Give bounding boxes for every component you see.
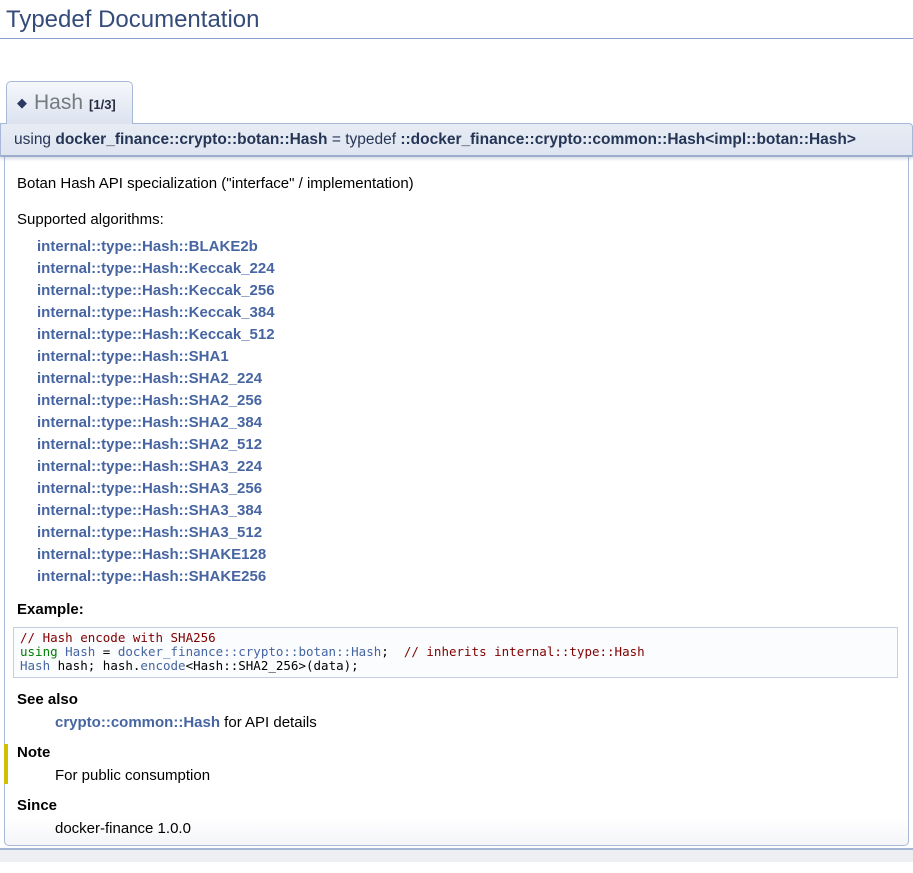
proto-target-type: ::docker_finance::crypto::common::Hash<i… [400, 131, 856, 148]
algorithm-link-sha1[interactable]: internal::type::Hash::SHA1 [37, 348, 229, 365]
code-line: Hash hash; hash.encode<Hash::SHA2_256>(d… [20, 659, 891, 673]
page-title: Typedef Documentation [0, 0, 913, 39]
list-item: internal::type::Hash::SHAKE128 [37, 544, 898, 566]
note-section: Note For public consumption [4, 744, 898, 784]
list-item: internal::type::Hash::SHAKE256 [37, 566, 898, 588]
list-item: internal::type::Hash::SHA2_512 [37, 434, 898, 456]
algorithm-link-sha2-224[interactable]: internal::type::Hash::SHA2_224 [37, 370, 262, 387]
code-keyword-using: using [20, 644, 65, 659]
page-bottom-divider [0, 848, 913, 862]
proto-typedef-name: docker_finance::crypto::botan::Hash [55, 131, 327, 148]
brief-description: Botan Hash API specialization ("interfac… [17, 175, 898, 192]
since-label: Since [17, 797, 898, 814]
algorithm-link-sha3-256[interactable]: internal::type::Hash::SHA3_256 [37, 480, 262, 497]
algorithm-link-keccak-512[interactable]: internal::type::Hash::Keccak_512 [37, 326, 275, 343]
code-link-botan-hash[interactable]: docker_finance::crypto::botan::Hash [118, 644, 381, 659]
list-item: internal::type::Hash::SHA2_224 [37, 368, 898, 390]
list-item: internal::type::Hash::Keccak_384 [37, 302, 898, 324]
list-item: internal::type::Hash::SHA2_384 [37, 412, 898, 434]
code-text: = [95, 644, 118, 659]
algorithm-link-sha2-384[interactable]: internal::type::Hash::SHA2_384 [37, 414, 262, 431]
since-text: docker-finance 1.0.0 [55, 820, 898, 837]
code-line: // Hash encode with SHA256 [20, 631, 891, 645]
list-item: internal::type::Hash::BLAKE2b [37, 236, 898, 258]
list-item: internal::type::Hash::Keccak_512 [37, 324, 898, 346]
note-text: For public consumption [55, 767, 898, 784]
list-item: internal::type::Hash::SHA3_384 [37, 500, 898, 522]
code-line: using Hash = docker_finance::crypto::bot… [20, 645, 891, 659]
since-section: Since docker-finance 1.0.0 [17, 797, 898, 837]
list-item: internal::type::Hash::Keccak_256 [37, 280, 898, 302]
supported-algorithms-label: Supported algorithms: [17, 211, 898, 228]
member-doc: Botan Hash API specialization ("interfac… [4, 157, 909, 846]
list-item: internal::type::Hash::SHA1 [37, 346, 898, 368]
code-link-encode[interactable]: encode [140, 658, 185, 673]
note-label: Note [17, 744, 898, 761]
code-block: // Hash encode with SHA256using Hash = d… [13, 627, 898, 678]
list-item: internal::type::Hash::SHA3_512 [37, 522, 898, 544]
code-comment: // inherits internal::type::Hash [404, 644, 645, 659]
algorithm-link-sha3-384[interactable]: internal::type::Hash::SHA3_384 [37, 502, 262, 519]
algorithm-link-blake2b[interactable]: internal::type::Hash::BLAKE2b [37, 238, 258, 255]
member-hash: ◆Hash[1/3] using docker_finance::crypto:… [0, 81, 913, 846]
see-also-text: for API details [220, 714, 317, 731]
algorithm-link-shake256[interactable]: internal::type::Hash::SHAKE256 [37, 568, 266, 585]
algorithm-list: internal::type::Hash::BLAKE2b internal::… [37, 236, 898, 588]
example-section: Example: [17, 601, 898, 618]
example-label: Example: [17, 601, 898, 618]
list-item: internal::type::Hash::SHA3_224 [37, 456, 898, 478]
code-comment: // Hash encode with SHA256 [20, 630, 216, 645]
member-count-badge: [1/3] [89, 97, 116, 112]
algorithm-link-sha3-224[interactable]: internal::type::Hash::SHA3_224 [37, 458, 262, 475]
code-link-hash-type[interactable]: Hash [20, 658, 50, 673]
code-link-hash[interactable]: Hash [65, 644, 95, 659]
algorithm-link-sha2-512[interactable]: internal::type::Hash::SHA2_512 [37, 436, 262, 453]
proto-using-keyword: using [14, 131, 55, 148]
algorithm-link-keccak-256[interactable]: internal::type::Hash::Keccak_256 [37, 282, 275, 299]
member-prototype: using docker_finance::crypto::botan::Has… [0, 123, 913, 157]
list-item: internal::type::Hash::Keccak_224 [37, 258, 898, 280]
code-text: <Hash::SHA2_256>(data); [186, 658, 359, 673]
proto-equals-typedef: = typedef [328, 131, 401, 148]
algorithm-link-sha2-256[interactable]: internal::type::Hash::SHA2_256 [37, 392, 262, 409]
list-item: internal::type::Hash::SHA3_256 [37, 478, 898, 500]
see-also-label: See also [17, 691, 898, 708]
algorithm-link-keccak-224[interactable]: internal::type::Hash::Keccak_224 [37, 260, 275, 277]
member-name: Hash [34, 91, 83, 114]
code-text: hash; hash. [50, 658, 140, 673]
code-text: ; [381, 644, 404, 659]
member-tab: ◆ Hash [1/3] [6, 81, 133, 124]
diamond-icon: ◆ [17, 95, 27, 110]
see-also-link[interactable]: crypto::common::Hash [55, 714, 220, 731]
algorithm-link-keccak-384[interactable]: internal::type::Hash::Keccak_384 [37, 304, 275, 321]
see-also-content: crypto::common::Hash for API details [55, 714, 898, 731]
algorithm-link-shake128[interactable]: internal::type::Hash::SHAKE128 [37, 546, 266, 563]
list-item: internal::type::Hash::SHA2_256 [37, 390, 898, 412]
algorithm-link-sha3-512[interactable]: internal::type::Hash::SHA3_512 [37, 524, 262, 541]
see-also-section: See also crypto::common::Hash for API de… [17, 691, 898, 731]
